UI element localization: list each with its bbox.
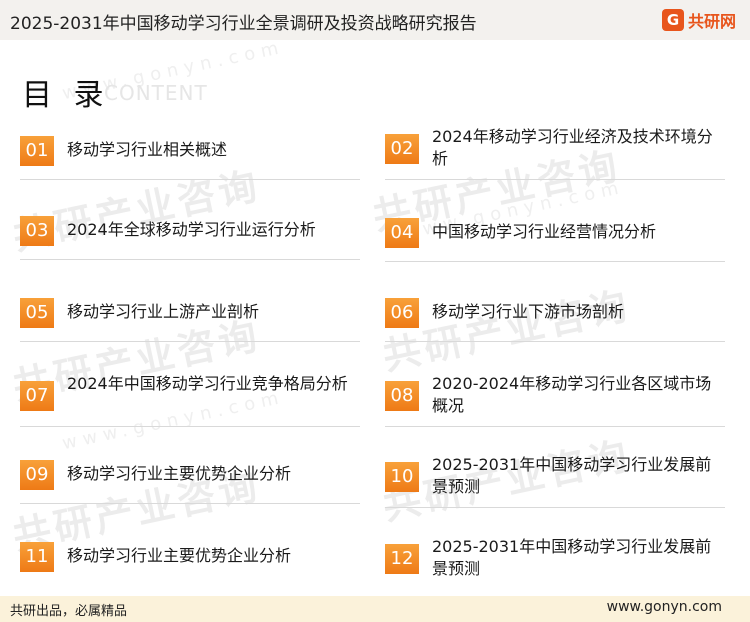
toc-item-label: 2024年中国移动学习行业竞争格局分析 bbox=[67, 374, 348, 393]
divider bbox=[385, 261, 725, 262]
header-bar: 2025-2031年中国移动学习行业全景调研及投资战略研究报告 G 共研网 bbox=[0, 0, 750, 40]
divider bbox=[20, 503, 360, 504]
divider bbox=[385, 426, 725, 427]
footer-url[interactable]: www.gonyn.com bbox=[607, 599, 722, 615]
toc-item-label: 移动学习行业上游产业剖析 bbox=[67, 302, 260, 321]
divider bbox=[20, 426, 360, 427]
toc-item-label: 2025-2031年中国移动学习行业发展前景预测 bbox=[432, 455, 712, 496]
report-title: 2025-2031年中国移动学习行业全景调研及投资战略研究报告 bbox=[10, 14, 477, 34]
brand-logo-icon: G bbox=[661, 9, 684, 31]
toc-item-number: 10 bbox=[385, 462, 419, 492]
footer-bar: 共研出品，必属精品 www.gonyn.com bbox=[0, 596, 750, 622]
toc-item[interactable]: 05 移动学习行业上游产业剖析 bbox=[20, 284, 360, 342]
toc-item[interactable]: 07 2024年中国移动学习行业竞争格局分析 bbox=[20, 369, 360, 427]
toc-item-number: 03 bbox=[20, 216, 54, 246]
toc-item-number: 07 bbox=[20, 381, 54, 411]
divider bbox=[385, 341, 725, 342]
toc-item[interactable]: 06 移动学习行业下游市场剖析 bbox=[385, 284, 725, 342]
divider bbox=[20, 259, 360, 260]
toc-item-number: 11 bbox=[20, 542, 54, 572]
toc-item[interactable]: 01 移动学习行业相关概述 bbox=[20, 122, 360, 180]
toc-item-label: 移动学习行业主要优势企业分析 bbox=[67, 464, 292, 483]
toc-item[interactable]: 03 2024年全球移动学习行业运行分析 bbox=[20, 202, 360, 260]
toc-item[interactable]: 12 2025-2031年中国移动学习行业发展前景预测 bbox=[385, 532, 725, 590]
toc-item-number: 04 bbox=[385, 218, 419, 248]
footer-slogan: 共研出品，必属精品 bbox=[10, 604, 128, 619]
toc-item[interactable]: 02 2024年移动学习行业经济及技术环境分析 bbox=[385, 122, 725, 180]
toc-item-number: 05 bbox=[20, 298, 54, 328]
toc-item-number: 08 bbox=[385, 381, 419, 411]
toc-item-label: 2025-2031年中国移动学习行业发展前景预测 bbox=[432, 537, 712, 578]
toc-item-label: 移动学习行业相关概述 bbox=[67, 140, 228, 159]
toc-item[interactable]: 10 2025-2031年中国移动学习行业发展前景预测 bbox=[385, 450, 725, 508]
toc-item-label: 移动学习行业下游市场剖析 bbox=[432, 302, 625, 321]
brand-name: 共研网 bbox=[687, 12, 736, 31]
toc-heading-en: CONTENT bbox=[104, 81, 208, 105]
toc-item-number: 09 bbox=[20, 460, 54, 490]
divider bbox=[20, 179, 360, 180]
toc-item-label: 2020-2024年移动学习行业各区域市场概况 bbox=[432, 374, 712, 415]
toc-item-number: 12 bbox=[385, 544, 419, 574]
toc-item-label: 2024年全球移动学习行业运行分析 bbox=[67, 220, 316, 239]
toc-heading: 目 录 bbox=[22, 78, 110, 113]
toc-item-number: 02 bbox=[385, 134, 419, 164]
toc-item[interactable]: 11 移动学习行业主要优势企业分析 bbox=[20, 528, 360, 586]
toc-item-label: 2024年移动学习行业经济及技术环境分析 bbox=[432, 127, 713, 168]
toc-item-label: 中国移动学习行业经营情况分析 bbox=[432, 222, 657, 241]
toc-item-label: 移动学习行业主要优势企业分析 bbox=[67, 546, 292, 565]
toc-item-number: 06 bbox=[385, 298, 419, 328]
toc-item[interactable]: 08 2020-2024年移动学习行业各区域市场概况 bbox=[385, 369, 725, 427]
toc-item-number: 01 bbox=[20, 136, 54, 166]
divider bbox=[20, 341, 360, 342]
brand-logo: G 共研网 bbox=[661, 8, 736, 32]
toc-item[interactable]: 04 中国移动学习行业经营情况分析 bbox=[385, 204, 725, 262]
divider bbox=[385, 179, 725, 180]
toc-item[interactable]: 09 移动学习行业主要优势企业分析 bbox=[20, 446, 360, 504]
divider bbox=[385, 507, 725, 508]
